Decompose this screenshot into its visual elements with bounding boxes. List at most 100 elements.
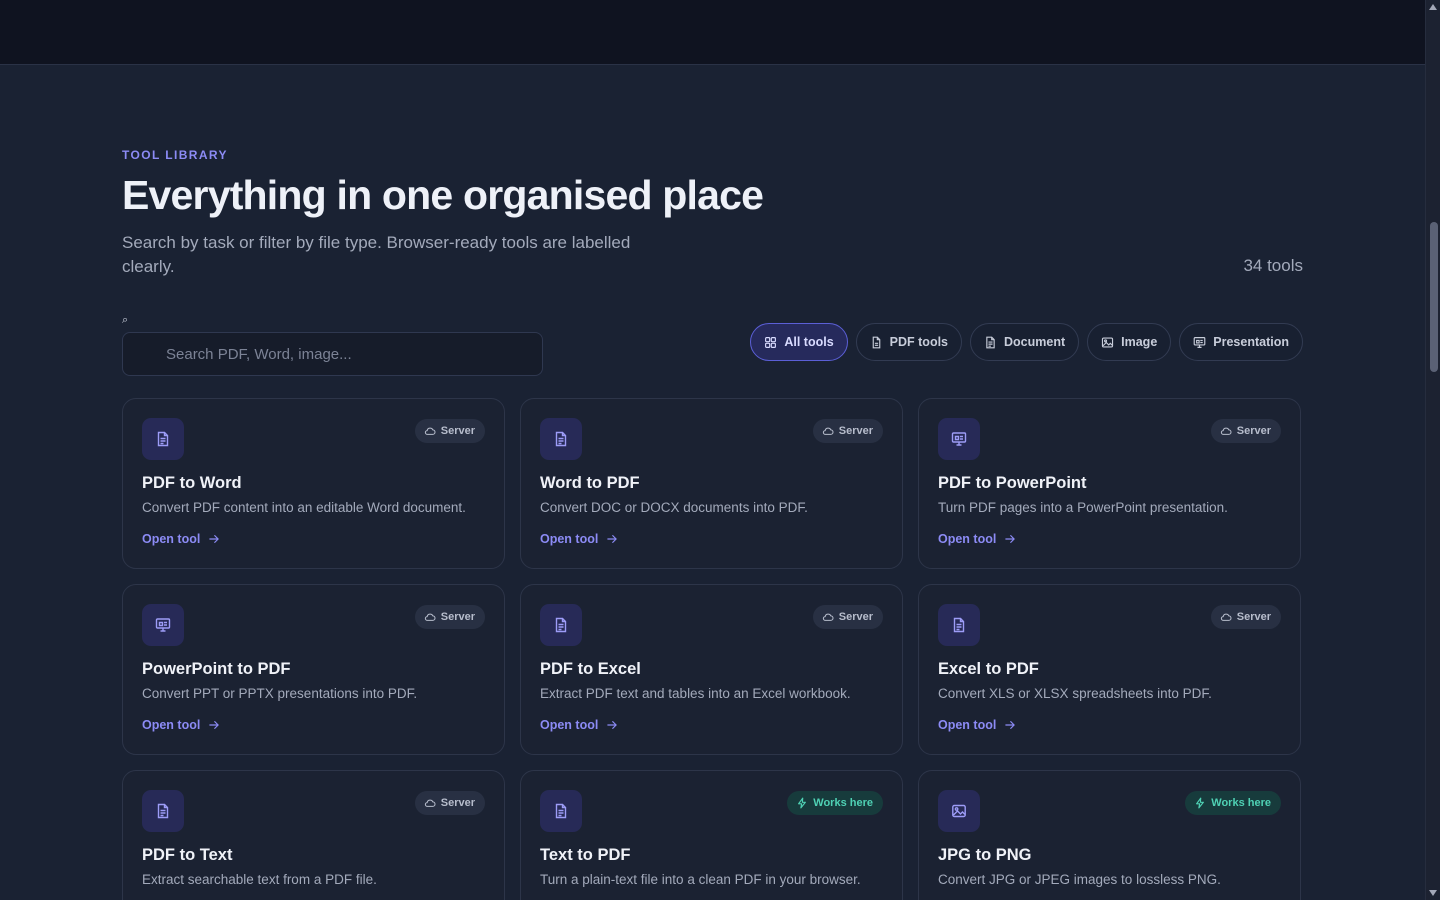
filter-chip-label: Document (1004, 335, 1066, 349)
search-input[interactable] (122, 332, 543, 376)
processing-badge: Server (414, 791, 485, 815)
presentation-icon (155, 617, 171, 633)
image-icon (951, 803, 967, 819)
tool-name: PDF to Excel (540, 660, 641, 678)
badge-label: Works here (813, 797, 873, 809)
tool-icon-tile (142, 604, 184, 646)
processing-badge: Server (812, 419, 883, 443)
filter-chip-label: PDF tools (889, 335, 949, 349)
cloud-icon (822, 611, 834, 623)
document-icon (155, 431, 171, 447)
tool-name: PowerPoint to PDF (142, 660, 291, 678)
arrow-right-icon (1004, 719, 1016, 731)
open-tool-label: Open tool (142, 718, 201, 732)
search-icon: ⌕ (122, 314, 129, 326)
page-scrollbar[interactable] (1425, 0, 1440, 900)
arrow-right-icon (208, 533, 220, 545)
document-icon (553, 431, 569, 447)
arrow-right-icon (606, 719, 618, 731)
filter-chip-pdf-tools[interactable]: PDF tools (855, 323, 963, 361)
scrollbar-thumb[interactable] (1430, 222, 1438, 372)
cloud-icon (424, 797, 436, 809)
tool-icon-tile (938, 418, 980, 460)
filter-chip-document[interactable]: Document (970, 323, 1080, 361)
document-icon (553, 617, 569, 633)
processing-badge: Works here (787, 791, 883, 815)
open-tool-label: Open tool (938, 532, 997, 546)
page-title: Everything in one organised place (122, 172, 764, 218)
filter-chip-all-tools[interactable]: All tools (750, 323, 848, 361)
open-tool-label: Open tool (938, 718, 997, 732)
tool-description: Convert PDF content into an editable Wor… (142, 500, 466, 515)
tool-card[interactable]: Works here JPG to PNG Convert JPG or JPEG … (918, 770, 1301, 900)
tool-card[interactable]: Server PowerPoint to PDF Convert PPT or PP… (122, 584, 505, 755)
open-tool-link[interactable]: Open tool (540, 532, 618, 546)
tool-grid: Server PDF to Word Convert PDF content int… (122, 398, 1301, 900)
badge-label: Server (440, 611, 475, 623)
filter-chip-label: Image (1121, 335, 1158, 349)
tool-name: JPG to PNG (938, 846, 1032, 864)
tool-card[interactable]: Server Excel to PDF Convert XLS or XLSX sp… (918, 584, 1301, 755)
image-icon (1101, 336, 1114, 349)
cloud-icon (1220, 425, 1232, 437)
bolt-icon (1194, 797, 1206, 809)
tool-description: Extract searchable text from a PDF file. (142, 872, 377, 887)
filter-chip-presentation[interactable]: Presentation (1179, 323, 1303, 361)
cloud-icon (822, 425, 834, 437)
tool-card[interactable]: Server PDF to PowerPoint Turn PDF pages in… (918, 398, 1301, 569)
cloud-icon (1220, 611, 1232, 623)
badge-label: Server (1236, 611, 1271, 623)
arrow-right-icon (208, 719, 220, 731)
tool-description: Convert JPG or JPEG images to lossless P… (938, 872, 1221, 887)
scroll-down-icon[interactable] (1429, 890, 1437, 896)
open-tool-label: Open tool (540, 718, 599, 732)
document-icon (951, 617, 967, 633)
tool-name: PDF to Text (142, 846, 233, 864)
open-tool-label: Open tool (142, 532, 201, 546)
tool-card[interactable]: Server PDF to Word Convert PDF content int… (122, 398, 505, 569)
badge-label: Server (838, 425, 873, 437)
tool-card[interactable]: Server Word to PDF Convert DOC or DOCX doc… (520, 398, 903, 569)
filter-chips: All tools PDF tools Document Image Presentat… (750, 323, 1303, 361)
document-icon (155, 803, 171, 819)
processing-badge: Server (1210, 419, 1281, 443)
tool-name: Word to PDF (540, 474, 640, 492)
tool-description: Convert PPT or PPTX presentations into P… (142, 686, 418, 701)
tool-card[interactable]: Server PDF to Text Extract searchable text… (122, 770, 505, 900)
processing-badge: Works here (1185, 791, 1281, 815)
file-icon (870, 336, 883, 349)
tool-icon-tile (540, 418, 582, 460)
tool-card[interactable]: Server PDF to Excel Extract PDF text and t… (520, 584, 903, 755)
filter-chip-image[interactable]: Image (1087, 323, 1172, 361)
badge-label: Server (838, 611, 873, 623)
tool-description: Turn PDF pages into a PowerPoint present… (938, 500, 1228, 515)
tool-description: Extract PDF text and tables into an Exce… (540, 686, 851, 701)
section-eyebrow: TOOL LIBRARY (122, 148, 228, 162)
open-tool-link[interactable]: Open tool (938, 718, 1016, 732)
tool-name: PDF to Word (142, 474, 242, 492)
open-tool-link[interactable]: Open tool (142, 718, 220, 732)
cloud-icon (424, 425, 436, 437)
arrow-right-icon (606, 533, 618, 545)
tool-icon-tile (540, 604, 582, 646)
tool-icon-tile (938, 790, 980, 832)
bolt-icon (796, 797, 808, 809)
open-tool-link[interactable]: Open tool (142, 532, 220, 546)
tool-name: Text to PDF (540, 846, 631, 864)
tool-description: Convert DOC or DOCX documents into PDF. (540, 500, 808, 515)
scroll-up-icon[interactable] (1429, 4, 1437, 10)
badge-label: Server (1236, 425, 1271, 437)
open-tool-label: Open tool (540, 532, 599, 546)
tool-name: PDF to PowerPoint (938, 474, 1087, 492)
document-icon (984, 336, 997, 349)
tool-card[interactable]: Works here Text to PDF Turn a plain-text f… (520, 770, 903, 900)
badge-label: Server (440, 797, 475, 809)
tool-icon-tile (142, 418, 184, 460)
page-subtitle: Search by task or filter by file type. B… (122, 233, 631, 276)
open-tool-link[interactable]: Open tool (540, 718, 618, 732)
tool-name: Excel to PDF (938, 660, 1039, 678)
cloud-icon (424, 611, 436, 623)
open-tool-link[interactable]: Open tool (938, 532, 1016, 546)
filter-chip-label: All tools (784, 335, 834, 349)
processing-badge: Server (1210, 605, 1281, 629)
